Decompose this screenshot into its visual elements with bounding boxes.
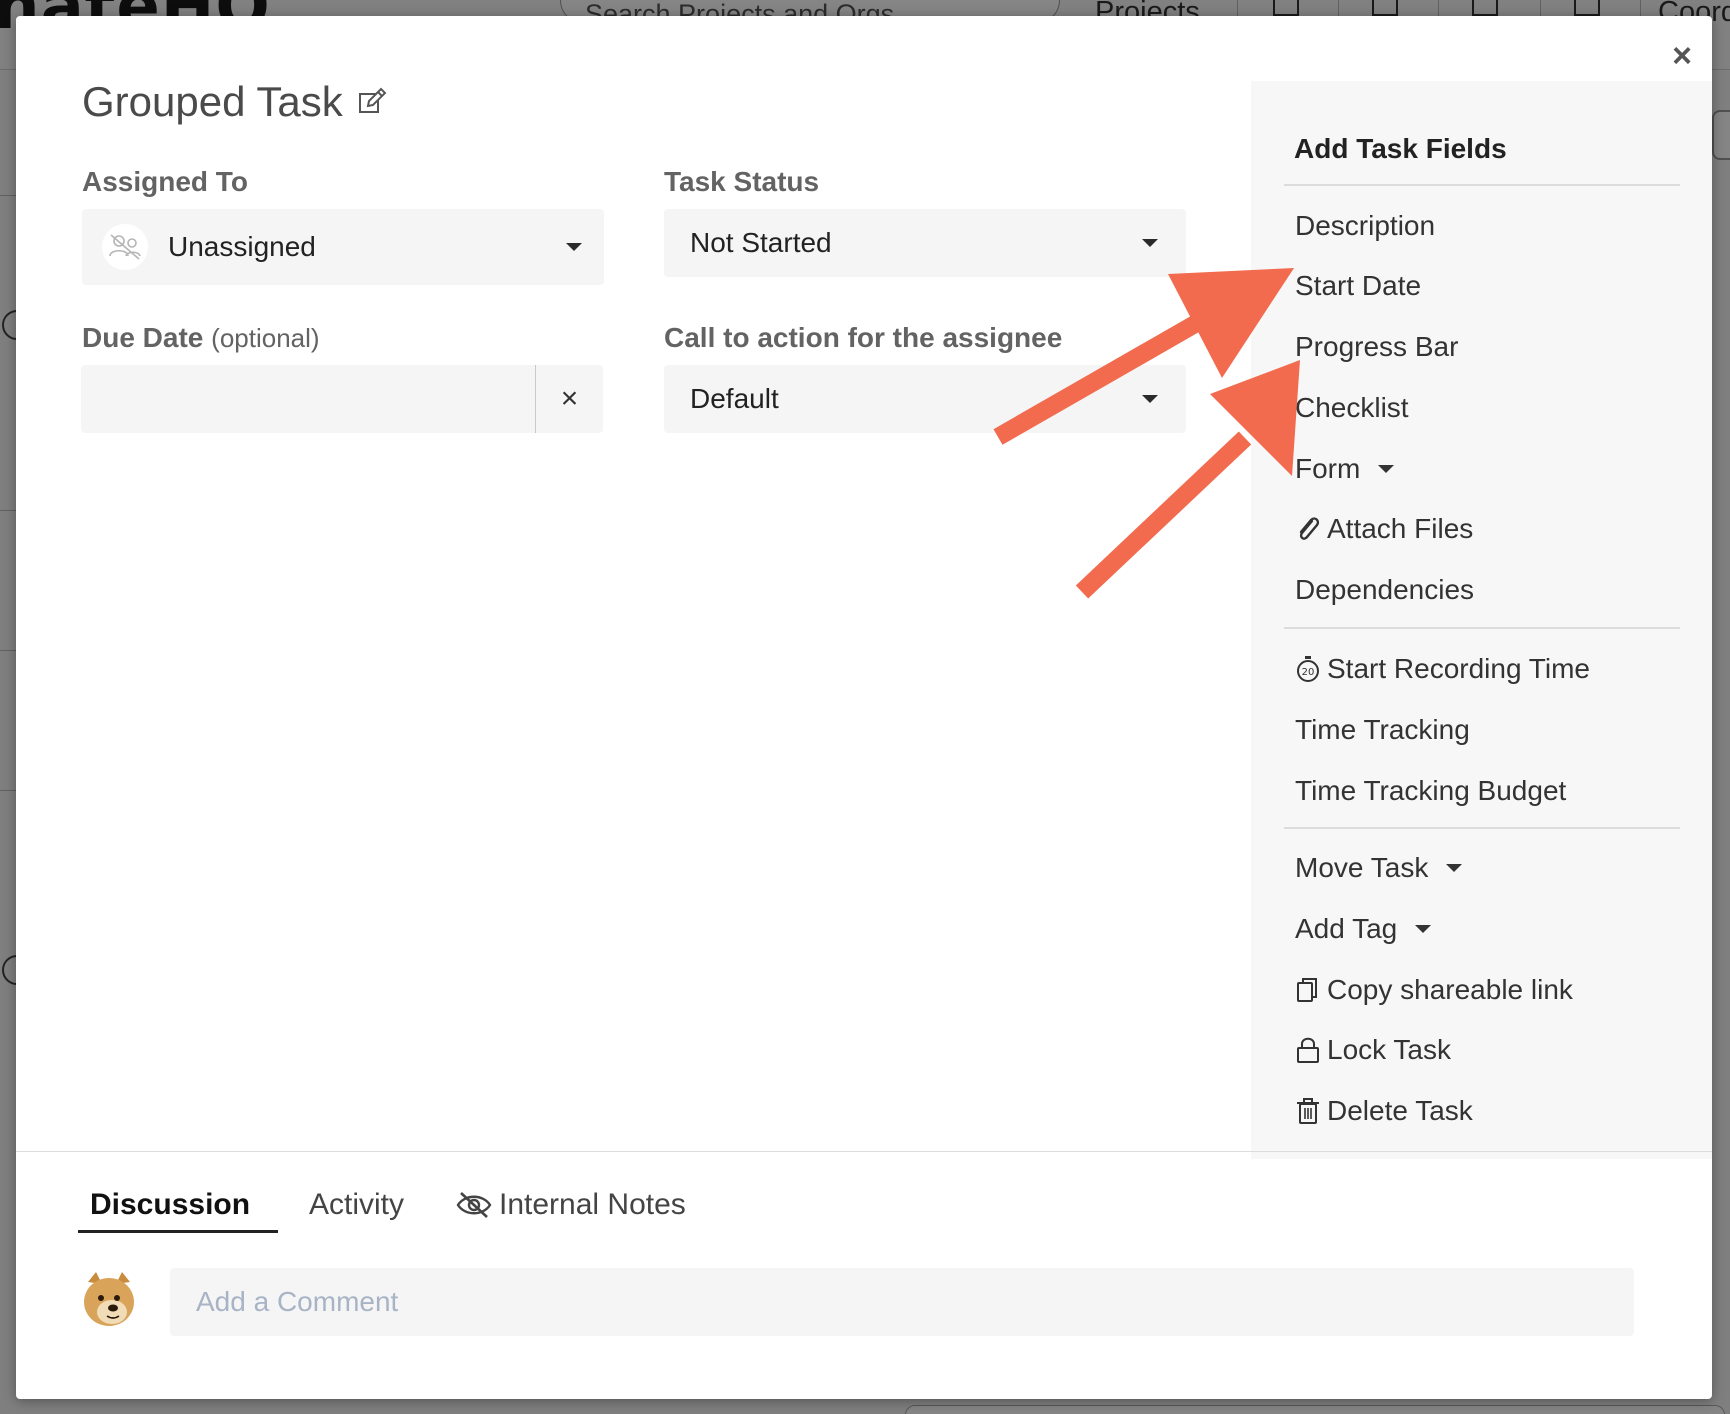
field-dependencies[interactable]: Dependencies [1295,574,1474,606]
field-form[interactable]: Form [1295,453,1395,485]
add-task-fields-panel: Add Task Fields Description Start Date P… [1251,81,1712,1159]
comment-input[interactable] [170,1268,1634,1336]
field-attach-files[interactable]: Attach Files [1295,513,1473,545]
field-description[interactable]: Description [1295,210,1435,242]
field-start-recording-time[interactable]: 20 Start Recording Time [1295,653,1590,685]
panel-title: Add Task Fields [1294,133,1507,164]
field-time-tracking[interactable]: Time Tracking [1295,714,1470,746]
tab-activity[interactable]: Activity [309,1188,404,1222]
field-time-tracking-budget[interactable]: Time Tracking Budget [1295,775,1566,807]
due-date-input[interactable] [81,365,535,433]
tab-internal-notes-label: Internal Notes [499,1188,686,1221]
chevron-down-icon [1378,465,1395,473]
action-add-tag-label: Add Tag [1295,913,1398,944]
field-progress-bar[interactable]: Progress Bar [1295,331,1458,363]
tab-discussion[interactable]: Discussion [90,1188,250,1222]
edit-icon[interactable] [357,87,387,117]
chevron-down-icon [1142,395,1158,403]
chevron-down-icon [566,243,582,251]
chevron-down-icon [1142,239,1158,247]
field-start-recording-time-label: Start Recording Time [1327,653,1590,684]
bottom-divider [16,1151,1712,1152]
task-title: Grouped Task [82,78,343,125]
tab-internal-notes[interactable]: Internal Notes [455,1188,686,1222]
call-to-action-select[interactable]: Default [664,365,1186,433]
assigned-to-label: Assigned To [82,166,248,197]
svg-text:20: 20 [1302,667,1315,678]
due-date-optional-text: (optional) [211,323,320,353]
panel-divider [1284,827,1680,829]
lock-icon [1295,1036,1321,1064]
copy-icon [1295,976,1321,1004]
field-attach-files-label: Attach Files [1327,513,1474,544]
task-status-select[interactable]: Not Started [664,209,1186,277]
paperclip-icon [1295,515,1321,543]
title-row: Grouped Task [82,78,387,126]
assigned-to-value: Unassigned [168,231,316,262]
due-date-label-text: Due Date [82,322,204,353]
call-to-action-value: Default [690,383,779,414]
due-date-label: Due Date (optional) [82,322,320,354]
action-lock-task[interactable]: Lock Task [1295,1034,1451,1066]
trash-icon [1295,1097,1321,1125]
action-move-task-label: Move Task [1295,852,1429,883]
action-copy-shareable-link-label: Copy shareable link [1327,974,1573,1005]
task-status-value: Not Started [690,227,832,258]
active-tab-indicator [78,1230,278,1233]
action-move-task[interactable]: Move Task [1295,852,1463,884]
action-delete-task[interactable]: Delete Task [1295,1095,1473,1127]
unassigned-user-icon [102,224,148,270]
panel-divider [1284,627,1680,629]
close-button[interactable]: × [1656,30,1708,82]
user-avatar [80,1268,138,1330]
field-checklist[interactable]: Checklist [1295,392,1409,424]
call-to-action-label: Call to action for the assignee [664,322,1063,353]
field-start-date[interactable]: Start Date [1295,270,1421,302]
action-delete-task-label: Delete Task [1327,1095,1473,1126]
assigned-to-select[interactable]: Unassigned [82,209,604,285]
field-form-label: Form [1295,453,1361,484]
chevron-down-icon [1446,864,1463,872]
action-add-tag[interactable]: Add Tag [1295,913,1432,945]
panel-divider [1284,184,1680,186]
task-modal: × Grouped Task Assigned To Unassigned Ta… [16,16,1712,1399]
chevron-down-icon [1415,925,1432,933]
action-copy-shareable-link[interactable]: Copy shareable link [1295,974,1573,1006]
eye-slash-icon [455,1190,493,1220]
task-status-label: Task Status [664,166,820,197]
action-lock-task-label: Lock Task [1327,1034,1451,1065]
stopwatch-icon: 20 [1295,655,1321,683]
due-date-clear-button[interactable]: × [535,365,603,433]
